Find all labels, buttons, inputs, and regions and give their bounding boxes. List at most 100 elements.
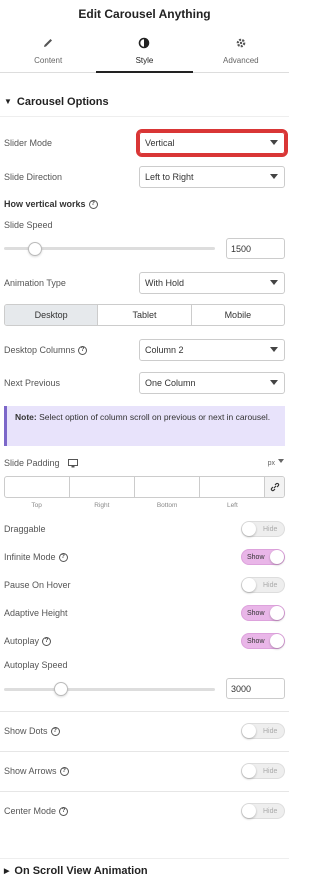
desktop-columns-value: Column 2 bbox=[145, 345, 184, 355]
chevron-down-icon bbox=[270, 174, 278, 179]
link-icon[interactable] bbox=[264, 477, 284, 497]
slide-speed-input[interactable]: 1500 bbox=[226, 238, 285, 259]
padding-left-input[interactable] bbox=[199, 477, 264, 497]
slide-padding-label: Slide Padding bbox=[4, 458, 60, 468]
toggle-knob bbox=[242, 764, 256, 778]
tab-content[interactable]: Content bbox=[0, 27, 96, 72]
show-arrows-toggle[interactable]: Hide bbox=[241, 763, 285, 779]
padding-right-input[interactable] bbox=[69, 477, 134, 497]
gear-icon bbox=[235, 36, 247, 50]
pause-on-hover-state: Hide bbox=[263, 581, 278, 589]
device-tab-desktop[interactable]: Desktop bbox=[5, 305, 98, 325]
unit-selector[interactable]: px bbox=[268, 460, 275, 467]
padding-side-labels: Top Right Bottom Left bbox=[4, 502, 265, 509]
toggle-knob bbox=[242, 578, 256, 592]
show-arrows-state: Hide bbox=[263, 767, 278, 775]
unit-caret-icon[interactable] bbox=[278, 459, 284, 463]
device-switcher: Desktop Tablet Mobile bbox=[4, 304, 285, 326]
toggle-knob bbox=[270, 606, 284, 620]
help-icon[interactable]: ? bbox=[58, 552, 68, 562]
toggle-knob bbox=[270, 634, 284, 648]
slide-padding-inputs bbox=[4, 476, 285, 498]
divider bbox=[0, 711, 289, 712]
padding-bottom-input[interactable] bbox=[134, 477, 199, 497]
infinite-mode-state: Show bbox=[247, 553, 265, 561]
autoplay-speed-handle[interactable] bbox=[54, 682, 68, 696]
help-icon[interactable]: ? bbox=[88, 199, 98, 209]
padding-bottom-label: Bottom bbox=[156, 502, 178, 509]
slide-direction-label: Slide Direction bbox=[4, 172, 63, 182]
show-dots-toggle[interactable]: Hide bbox=[241, 723, 285, 739]
pause-on-hover-toggle[interactable]: Hide bbox=[241, 577, 285, 593]
draggable-label: Draggable bbox=[4, 524, 46, 534]
next-previous-label: Next Previous bbox=[4, 378, 61, 388]
infinite-mode-toggle[interactable]: Show bbox=[241, 549, 285, 565]
carousel-options-header[interactable]: ▼ Carousel Options bbox=[0, 87, 289, 117]
device-tab-tablet[interactable]: Tablet bbox=[97, 305, 190, 325]
pause-on-hover-label: Pause On Hover bbox=[4, 580, 71, 590]
next-previous-select[interactable]: One Column bbox=[139, 372, 285, 394]
toggle-knob bbox=[242, 724, 256, 738]
autoplay-label: Autoplay bbox=[4, 636, 40, 646]
adaptive-height-toggle[interactable]: Show bbox=[241, 605, 285, 621]
center-mode-toggle[interactable]: Hide bbox=[241, 803, 285, 819]
autoplay-speed-input[interactable]: 3000 bbox=[226, 678, 285, 699]
infinite-mode-label: Infinite Mode bbox=[4, 552, 56, 562]
desktop-columns-select[interactable]: Column 2 bbox=[139, 339, 285, 361]
help-icon[interactable]: ? bbox=[42, 636, 52, 646]
help-icon[interactable]: ? bbox=[78, 345, 88, 355]
note-text: Select option of column scroll on previo… bbox=[36, 412, 271, 422]
adaptive-height-label: Adaptive Height bbox=[4, 608, 68, 618]
slide-direction-select[interactable]: Left to Right bbox=[139, 166, 285, 188]
toggle-knob bbox=[242, 804, 256, 818]
tab-style[interactable]: Style bbox=[96, 27, 193, 73]
note-box: Note: Select option of column scroll on … bbox=[4, 406, 285, 446]
carousel-options-title: Carousel Options bbox=[16, 95, 109, 108]
panel-title: Edit Carousel Anything bbox=[78, 7, 211, 21]
chevron-down-icon bbox=[270, 280, 278, 285]
tab-bar: Content Style Advanced bbox=[0, 27, 289, 73]
slider-mode-value: Vertical bbox=[145, 138, 175, 148]
desktop-monitor-icon bbox=[67, 458, 78, 468]
padding-top-label: Top bbox=[31, 502, 42, 509]
animation-type-select[interactable]: With Hold bbox=[139, 272, 285, 294]
help-icon[interactable]: ? bbox=[59, 766, 69, 776]
slider-mode-label: Slider Mode bbox=[4, 138, 53, 148]
tab-advanced-label: Advanced bbox=[223, 56, 259, 65]
help-icon[interactable]: ? bbox=[59, 806, 69, 816]
on-scroll-view-animation-title: On Scroll View Animation bbox=[14, 865, 148, 877]
device-tab-mobile[interactable]: Mobile bbox=[190, 305, 284, 325]
slider-mode-select[interactable]: Vertical bbox=[136, 129, 288, 157]
padding-top-input[interactable] bbox=[5, 477, 69, 497]
padding-right-label: Right bbox=[94, 502, 110, 509]
pencil-icon bbox=[42, 36, 54, 50]
animation-type-value: With Hold bbox=[145, 278, 185, 288]
tab-advanced[interactable]: Advanced bbox=[193, 27, 289, 72]
center-mode-state: Hide bbox=[263, 807, 278, 815]
slide-direction-value: Left to Right bbox=[145, 172, 194, 182]
autoplay-speed-label: Autoplay Speed bbox=[4, 660, 68, 670]
tab-content-label: Content bbox=[34, 56, 63, 65]
show-dots-state: Hide bbox=[263, 727, 278, 735]
autoplay-toggle[interactable]: Show bbox=[241, 633, 285, 649]
draggable-toggle[interactable]: Hide bbox=[241, 521, 285, 537]
toggle-knob bbox=[242, 522, 256, 536]
padding-left-label: Left bbox=[226, 502, 238, 509]
slide-speed-label: Slide Speed bbox=[4, 220, 53, 230]
how-vertical-works-label: How vertical works bbox=[4, 199, 86, 209]
divider bbox=[0, 751, 289, 752]
animation-type-label: Animation Type bbox=[4, 278, 66, 288]
center-mode-label: Center Mode bbox=[4, 806, 57, 816]
slide-speed-handle[interactable] bbox=[28, 242, 42, 256]
chevron-down-icon bbox=[270, 380, 278, 385]
autoplay-speed-track[interactable] bbox=[4, 688, 215, 691]
desktop-columns-label: Desktop Columns bbox=[4, 345, 76, 355]
adaptive-height-state: Show bbox=[247, 609, 265, 617]
toggle-knob bbox=[270, 550, 284, 564]
chevron-down-icon bbox=[270, 140, 278, 145]
help-icon[interactable]: ? bbox=[50, 726, 60, 736]
show-dots-label: Show Dots bbox=[4, 726, 48, 736]
draggable-state: Hide bbox=[263, 525, 278, 533]
on-scroll-view-animation-header[interactable]: ▶ On Scroll View Animation bbox=[0, 858, 289, 883]
chevron-down-icon bbox=[270, 347, 278, 352]
